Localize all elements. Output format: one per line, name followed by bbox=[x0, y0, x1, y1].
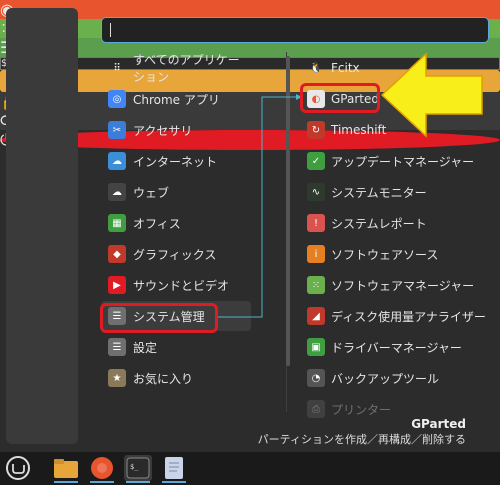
text-editor-icon[interactable] bbox=[160, 455, 188, 483]
files-icon[interactable] bbox=[52, 455, 80, 483]
description-text: パーティションを作成／再構成／削除する bbox=[257, 433, 466, 446]
pointer-arrow-icon bbox=[380, 52, 483, 138]
highlight-gparted bbox=[300, 83, 380, 113]
bottom-panel: $_ bbox=[0, 452, 500, 485]
svg-text:$_: $_ bbox=[130, 463, 139, 471]
firefox-icon[interactable] bbox=[88, 455, 116, 483]
application-menu: ⠿ すべてのアプリケーション ◎ Chrome アプリ ✂ アクセサリ ☁ インターネット ☁ ウ… bbox=[0, 0, 500, 452]
description-title: GParted bbox=[411, 417, 466, 431]
highlight-system-admin bbox=[100, 303, 218, 333]
terminal-icon[interactable]: $_ bbox=[124, 455, 152, 483]
mint-menu-icon[interactable] bbox=[4, 455, 32, 481]
